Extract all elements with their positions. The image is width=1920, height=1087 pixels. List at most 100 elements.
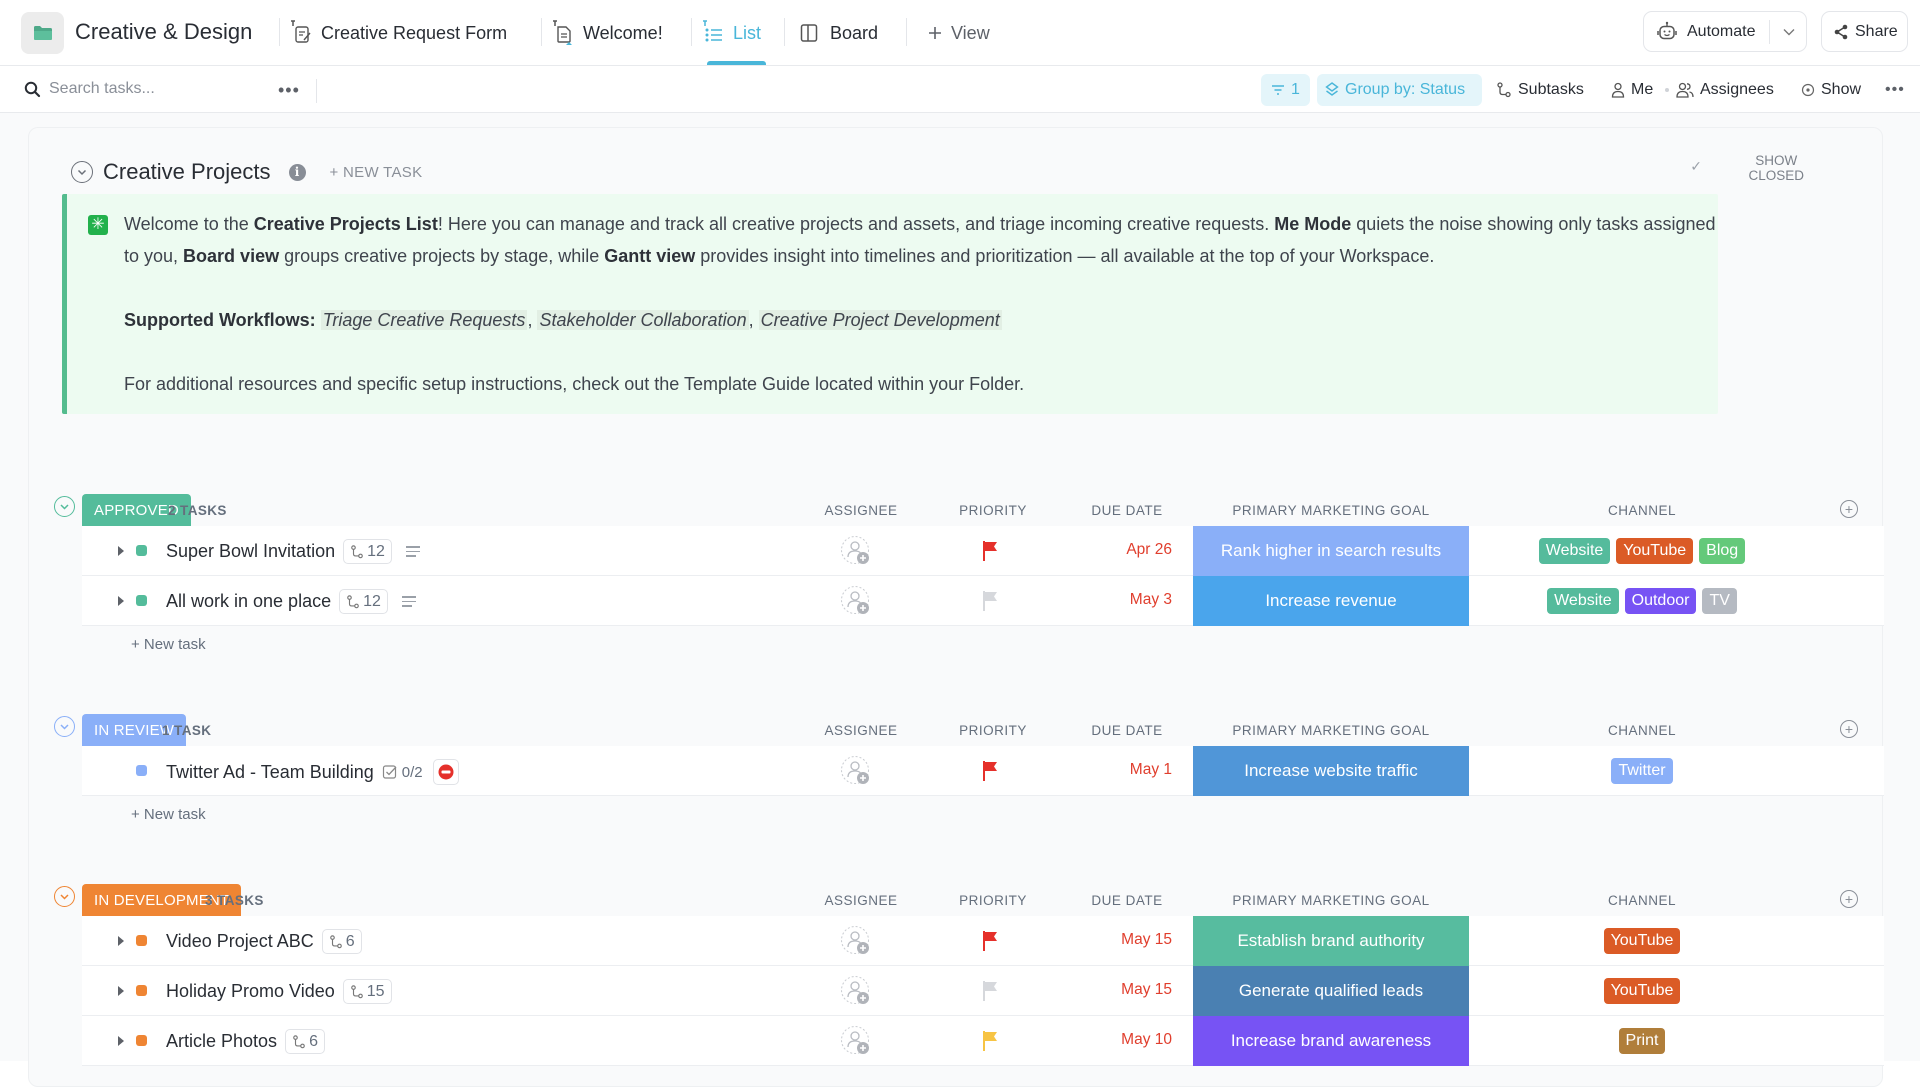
filter-button[interactable]: 1 [1261,74,1310,106]
due-date[interactable]: May 10 [1072,1031,1172,1049]
column-header-goal[interactable]: PRIMARY MARKETING GOAL [1193,893,1469,908]
assignee-picker[interactable] [840,975,872,1007]
due-date[interactable]: May 15 [1072,931,1172,949]
add-column-button[interactable]: + [1840,500,1858,518]
due-date[interactable]: May 1 [1072,761,1172,779]
due-date[interactable]: May 15 [1072,981,1172,999]
status-square[interactable] [136,935,147,946]
assignee-picker[interactable] [840,1025,872,1057]
status-square[interactable] [136,595,147,606]
channel-tag[interactable]: YouTube [1603,928,1681,954]
column-header-channel[interactable]: CHANNEL [1472,503,1812,518]
task-row[interactable]: All work in one place 12 May 3 Increase rev… [82,576,1884,626]
channel-cell[interactable]: YouTube [1472,978,1812,1004]
subtask-count-badge[interactable]: 6 [321,929,362,954]
assignees-button[interactable]: Assignees [1676,74,1774,106]
channel-tag[interactable]: Website [1538,538,1611,564]
column-header-priority[interactable]: PRIORITY [933,503,1053,518]
group-by-button[interactable]: Group by: Status [1317,74,1482,106]
channel-cell[interactable]: Website YouTube Blog [1472,538,1812,564]
task-name[interactable]: All work in one place [166,591,331,612]
expand-subtasks-icon[interactable] [118,1036,124,1046]
priority-flag[interactable] [982,1030,1000,1057]
checklist-badge[interactable]: 0/2 [382,764,423,781]
marketing-goal-cell[interactable]: Increase website traffic [1193,746,1469,796]
column-header-priority[interactable]: PRIORITY [933,893,1053,908]
tab-board[interactable]: Board [800,16,878,50]
new-task-button[interactable]: + New task [131,636,206,653]
channel-tag[interactable]: Outdoor [1624,588,1697,614]
assignee-picker[interactable] [840,925,872,957]
workflow-link[interactable]: Stakeholder Collaboration [537,310,749,330]
assignee-picker[interactable] [840,755,872,787]
column-header-due-date[interactable]: DUE DATE [1067,723,1187,738]
task-row[interactable]: Holiday Promo Video 15 May 15 Generate qual… [82,966,1884,1016]
marketing-goal-cell[interactable]: Increase brand awareness [1193,1016,1469,1066]
show-closed-button[interactable]: SHOW CLOSED [1748,153,1804,183]
task-name-cell[interactable]: Super Bowl Invitation 12 [166,539,420,564]
task-name-cell[interactable]: Video Project ABC 6 [166,929,362,954]
task-name[interactable]: Holiday Promo Video [166,981,335,1002]
add-column-button[interactable]: + [1840,890,1858,908]
check-icon[interactable]: ✓ [1690,158,1702,175]
channel-tag[interactable]: Print [1618,1028,1666,1054]
info-icon[interactable]: i [288,163,306,181]
task-row[interactable]: Article Photos 6 May 10 Increase brand awar… [82,1016,1884,1066]
due-date[interactable]: May 3 [1072,591,1172,609]
channel-tag[interactable]: YouTube [1603,978,1681,1004]
column-header-goal[interactable]: PRIMARY MARKETING GOAL [1193,503,1469,518]
column-header-assignee[interactable]: ASSIGNEE [801,503,921,518]
channel-cell[interactable]: YouTube [1472,928,1812,954]
expand-subtasks-icon[interactable] [118,596,124,606]
column-header-channel[interactable]: CHANNEL [1472,893,1812,908]
expand-subtasks-icon[interactable] [118,546,124,556]
collapse-group-toggle[interactable] [54,716,75,737]
channel-tag[interactable]: Website [1547,588,1619,614]
folder-icon[interactable] [21,12,64,54]
subtasks-button[interactable]: Subtasks [1496,74,1584,106]
new-task-button[interactable]: + New task [131,806,206,823]
channel-tag[interactable]: YouTube [1616,538,1694,564]
add-column-button[interactable]: + [1840,720,1858,738]
channel-cell[interactable]: Print [1472,1028,1812,1054]
show-button[interactable]: Show [1801,74,1861,106]
expand-subtasks-icon[interactable] [118,936,124,946]
marketing-goal-cell[interactable]: Rank higher in search results [1193,526,1469,576]
search-options-button[interactable]: ••• [278,74,300,106]
column-header-assignee[interactable]: ASSIGNEE [801,893,921,908]
priority-flag[interactable] [982,540,1000,567]
task-name[interactable]: Article Photos [166,1031,277,1052]
channel-tag[interactable]: Twitter [1611,758,1673,784]
automate-button[interactable]: Automate [1643,11,1807,52]
assignee-picker[interactable] [840,535,872,567]
column-header-priority[interactable]: PRIORITY [933,723,1053,738]
status-square[interactable] [136,765,147,776]
task-name-cell[interactable]: Holiday Promo Video 15 [166,979,392,1004]
task-row[interactable]: Super Bowl Invitation 12 Apr 26 Rank higher… [82,526,1884,576]
tab-welcome[interactable]: Welcome! [551,16,663,50]
status-square[interactable] [136,985,147,996]
add-view-button[interactable]: View [927,16,990,50]
search-input[interactable] [49,80,249,98]
priority-flag[interactable] [982,980,1000,1007]
tab-list[interactable]: List [701,16,761,50]
more-options-button[interactable]: ••• [1885,74,1905,106]
task-name[interactable]: Twitter Ad - Team Building [166,762,374,783]
marketing-goal-cell[interactable]: Increase revenue [1193,576,1469,626]
column-header-due-date[interactable]: DUE DATE [1067,503,1187,518]
assignee-picker[interactable] [840,585,872,617]
subtask-count-badge[interactable]: 15 [342,979,392,1004]
new-task-button[interactable]: + NEW TASK [330,164,423,181]
task-name-cell[interactable]: Twitter Ad - Team Building 0/2 [166,759,459,785]
space-title[interactable]: Creative & Design [75,19,252,45]
column-header-due-date[interactable]: DUE DATE [1067,893,1187,908]
column-header-goal[interactable]: PRIMARY MARKETING GOAL [1193,723,1469,738]
blocked-badge[interactable] [432,759,459,785]
tab-creative-request-form[interactable]: Creative Request Form [289,16,507,50]
workflow-link[interactable]: Creative Project Development [758,310,1002,330]
subtask-count-badge[interactable]: 12 [343,539,392,564]
expand-subtasks-icon[interactable] [118,986,124,996]
search-box[interactable] [24,80,249,98]
priority-flag[interactable] [982,590,1000,617]
column-header-channel[interactable]: CHANNEL [1472,723,1812,738]
